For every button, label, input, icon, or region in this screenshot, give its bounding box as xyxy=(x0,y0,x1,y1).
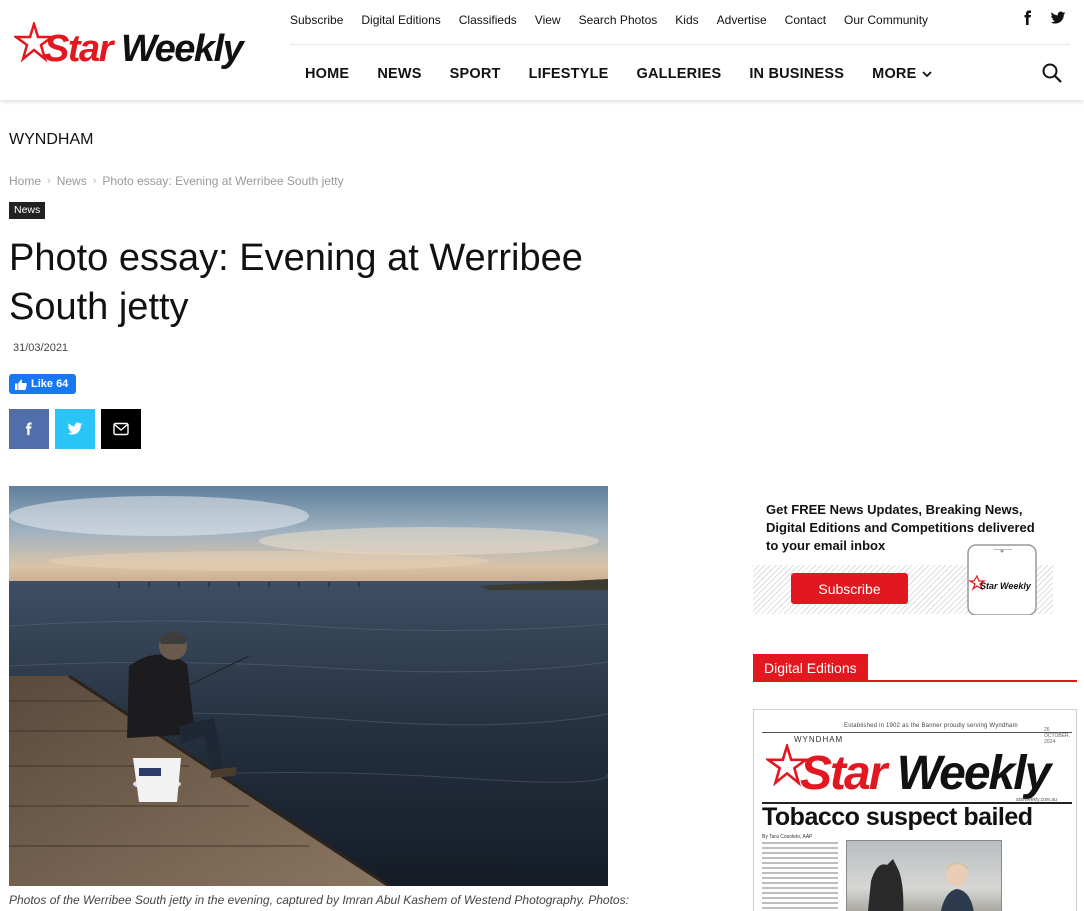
top-menu-our-community[interactable]: Our Community xyxy=(835,12,937,28)
main-menu: HOME NEWS SPORT LIFESTYLE GALLERIES IN B… xyxy=(291,64,946,84)
top-menu-contact[interactable]: Contact xyxy=(776,12,835,28)
jetty-evening-photo xyxy=(9,486,608,886)
top-menu-advertise[interactable]: Advertise xyxy=(708,12,776,28)
logo-word-star: Star xyxy=(44,28,113,70)
article-photo xyxy=(9,486,608,886)
mail-icon xyxy=(113,422,129,436)
facebook-icon[interactable] xyxy=(1020,10,1036,26)
digital-edition-cover[interactable]: Established in 1902 as the Banner proudl… xyxy=(753,709,1077,911)
paper-rule xyxy=(762,732,1072,733)
breadcrumb-home[interactable]: Home xyxy=(9,174,41,188)
main-menu-sport[interactable]: SPORT xyxy=(436,64,515,84)
digital-editions-label[interactable]: Digital Editions xyxy=(753,654,868,682)
thumbs-up-icon xyxy=(15,379,27,390)
paper-body-text xyxy=(762,842,838,911)
breadcrumb-news[interactable]: News xyxy=(57,174,87,188)
site-logo[interactable]: Star Weekly xyxy=(14,22,246,74)
paper-byline: By Tara Cosoleto, AAP xyxy=(762,834,813,840)
site-header: Star Weekly Subscribe Digital Editions C… xyxy=(0,0,1084,100)
header-divider xyxy=(290,44,1070,45)
paper-logo-wordmark: Star Weekly xyxy=(800,746,1052,801)
breadcrumb-current: Photo essay: Evening at Werribee South j… xyxy=(102,174,344,188)
paper-logo-weekly: Weekly xyxy=(896,747,1052,800)
phone-logo-text: Star Weekly xyxy=(980,581,1031,591)
paper-photo xyxy=(846,840,1002,911)
digital-editions-header: Digital Editions xyxy=(753,654,1077,682)
paper-logo: Star Weekly xyxy=(766,742,1066,802)
logo-word-weekly: Weekly xyxy=(120,28,244,70)
top-menu-classifieds[interactable]: Classifieds xyxy=(450,12,526,28)
top-menu-subscribe[interactable]: Subscribe xyxy=(281,12,352,28)
main-menu-more[interactable]: MORE xyxy=(858,64,946,84)
facebook-icon xyxy=(25,422,32,436)
main-menu-home[interactable]: HOME xyxy=(291,64,363,84)
breadcrumb: Home › News › Photo essay: Evening at We… xyxy=(9,174,344,188)
main-menu-news[interactable]: NEWS xyxy=(363,64,435,84)
breadcrumb-separator-icon: › xyxy=(92,175,97,187)
twitter-icon xyxy=(67,422,83,435)
article-title: Photo essay: Evening at Werribee South j… xyxy=(9,237,583,328)
phone-illustration: Star Weekly xyxy=(966,543,1038,616)
top-menu-kids[interactable]: Kids xyxy=(666,12,707,28)
top-menu-search-photos[interactable]: Search Photos xyxy=(570,12,667,28)
share-email-button[interactable] xyxy=(101,409,141,449)
promo-subscribe-button[interactable]: Subscribe xyxy=(791,573,908,604)
main-menu-in-business[interactable]: IN BUSINESS xyxy=(735,64,858,84)
top-menu-view[interactable]: View xyxy=(526,12,570,28)
top-menu-digital-editions[interactable]: Digital Editions xyxy=(352,12,449,28)
logo-wordmark: Star Weekly xyxy=(44,28,244,71)
share-twitter-button[interactable] xyxy=(55,409,95,449)
photo-caption: Photos of the Werribee South jetty in th… xyxy=(9,893,629,907)
twitter-icon[interactable] xyxy=(1050,10,1066,26)
like-count-label: Like 64 xyxy=(31,378,69,390)
category-badge[interactable]: News xyxy=(9,202,46,219)
share-facebook-button[interactable] xyxy=(9,409,49,449)
article-date: 31/03/2021 xyxy=(13,342,69,354)
paper-headline: Tobacco suspect bailed xyxy=(762,803,1033,831)
main-menu-galleries[interactable]: GALLERIES xyxy=(623,64,736,84)
newsletter-promo: Get FREE News Updates, Breaking News, Di… xyxy=(753,496,1053,616)
main-menu-more-label: MORE xyxy=(872,66,917,82)
section-title: WYNDHAM xyxy=(9,131,94,148)
top-menu: Subscribe Digital Editions Classifieds V… xyxy=(281,12,937,28)
search-icon[interactable] xyxy=(1041,62,1063,84)
facebook-like-button[interactable]: Like 64 xyxy=(9,374,77,394)
breadcrumb-separator-icon: › xyxy=(47,175,51,187)
header-social xyxy=(1020,10,1066,26)
paper-logo-star: Star xyxy=(800,747,887,800)
paper-masthead-line: Established in 1902 as the Banner proudl… xyxy=(844,723,1018,729)
chevron-down-icon xyxy=(922,71,933,78)
main-menu-lifestyle[interactable]: LIFESTYLE xyxy=(515,64,623,84)
